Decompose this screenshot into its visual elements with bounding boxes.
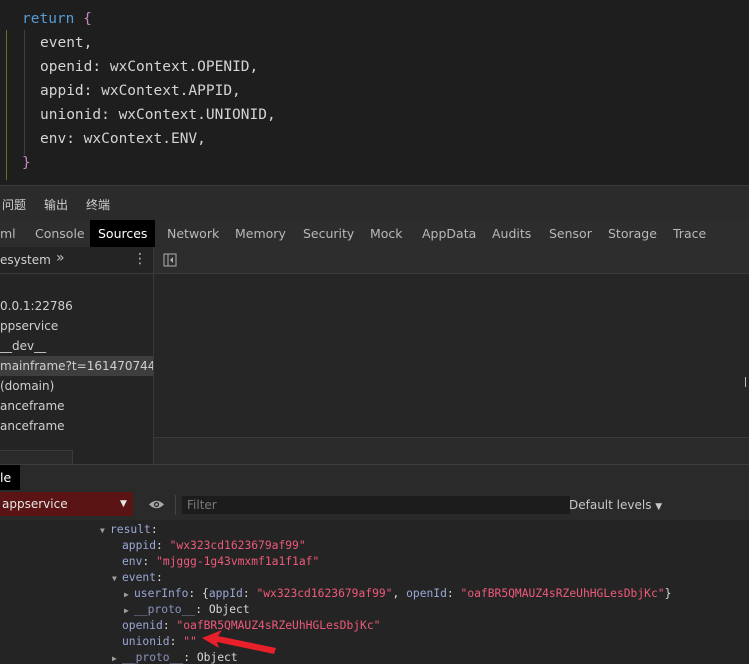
code-line: env: wxContext.ENV, [40,131,206,147]
tree-item-dev[interactable]: __dev__ [0,336,46,356]
navigator-header: esystem » ⋮ [0,247,153,274]
more-tabs-icon[interactable]: » [56,250,65,266]
tab-security[interactable]: Security [299,220,358,247]
tab-audits[interactable]: Audits [488,220,535,247]
dropdown-arrow-icon: ▼ [120,499,127,509]
log-levels-label: Default levels [569,498,652,512]
log-unionid-row: unionid: "" [122,635,197,648]
kebab-menu-icon[interactable]: ⋮ [133,251,147,267]
filter-input[interactable] [182,496,570,514]
expand-triangle-icon[interactable]: ▼ [112,571,122,587]
context-selector[interactable]: appservice ▼ [0,492,133,516]
tab-wxml[interactable]: ml [0,220,20,247]
source-editor-pane [154,247,749,465]
collapse-triangle-icon[interactable]: ▶ [124,587,134,603]
tab-sources[interactable]: Sources [90,220,156,247]
expand-triangle-icon[interactable]: ▼ [100,523,110,539]
drawer-tab-label: le [0,470,12,485]
pane-resize-handle[interactable] [745,377,749,387]
panel-tab-terminal[interactable]: 终端 [86,196,110,213]
navigator-scrollbar[interactable] [0,450,153,464]
tree-item-mainframe[interactable]: mainframe?t=161470744183 [0,356,153,376]
scrollbar-thumb[interactable] [0,450,73,464]
tab-trace[interactable]: Trace [669,220,710,247]
drawer-tab-console[interactable]: le [0,465,20,491]
indent-guide [6,30,7,180]
code-line: openid: wxContext.OPENID, [40,59,259,75]
devtools-tab-bar: ml Console Sources Network Memory Securi… [0,220,749,248]
tab-storage[interactable]: Storage [604,220,661,247]
code-line: unionid: wxContext.UNIONID, [40,107,276,123]
tab-filesystem[interactable]: esystem [0,253,51,267]
tab-console[interactable]: Console [31,220,89,247]
source-status-bar [154,437,749,465]
tree-item-serviceframe[interactable]: anceframe [0,416,65,436]
tree-item-serviceframe[interactable]: anceframe [0,396,65,416]
panel-tab-problems[interactable]: 问题 [2,196,26,213]
panel-tab-bar: 问题 输出 终端 [0,185,749,221]
sources-navigator: esystem » ⋮ 0.0.1:22786 ppservice __dev_… [0,247,154,464]
code-line: return { [22,11,92,27]
annotation-arrow-icon [202,630,276,654]
indent-guide [24,30,25,155]
log-event-row[interactable]: ▼ event: [112,570,163,586]
code-line: event, [40,35,93,51]
tree-item-domain[interactable]: (domain) [0,376,54,396]
toggle-navigator-icon[interactable] [163,253,177,267]
dropdown-arrow-icon: ▼ [655,502,663,512]
panel-tab-output[interactable]: 输出 [44,196,68,213]
log-levels-dropdown[interactable]: Default levels ▼ [569,498,662,512]
source-toolbar [154,247,749,274]
tab-sensor[interactable]: Sensor [545,220,596,247]
log-proto-row[interactable]: ▶ __proto__: Object [124,602,250,618]
context-label: appservice [2,497,68,511]
tab-mock[interactable]: Mock [366,220,407,247]
console-toolbar: appservice ▼ Default levels ▼ [0,490,749,521]
console-output[interactable]: ▼ result: appid: "wx323cd1623679af99" env… [0,520,749,664]
tab-network[interactable]: Network [163,220,223,247]
log-env-row: env: "mjggg-1g43vmxmf1a1f1af" [122,555,320,568]
log-userinfo-row[interactable]: ▶ userInfo: {appId: "wx323cd1623679af99",… [124,586,671,602]
code-line: } [22,155,31,171]
tab-memory[interactable]: Memory [231,220,290,247]
drawer-tab-bar: le [0,464,749,491]
tab-appdata[interactable]: AppData [418,220,480,247]
log-appid-row: appid: "wx323cd1623679af99" [122,539,306,552]
code-line: appid: wxContext.APPID, [40,83,241,99]
code-editor[interactable]: return { event, openid: wxContext.OPENID… [0,0,749,185]
tree-item-appservice[interactable]: ppservice [0,316,58,336]
collapse-triangle-icon[interactable]: ▶ [124,603,134,619]
tree-item-host[interactable]: 0.0.1:22786 [0,296,73,316]
collapse-triangle-icon[interactable]: ▶ [112,651,122,664]
eye-icon[interactable] [148,499,165,510]
toolbar-divider [175,495,176,515]
log-result-row[interactable]: ▼ result: [100,522,158,538]
